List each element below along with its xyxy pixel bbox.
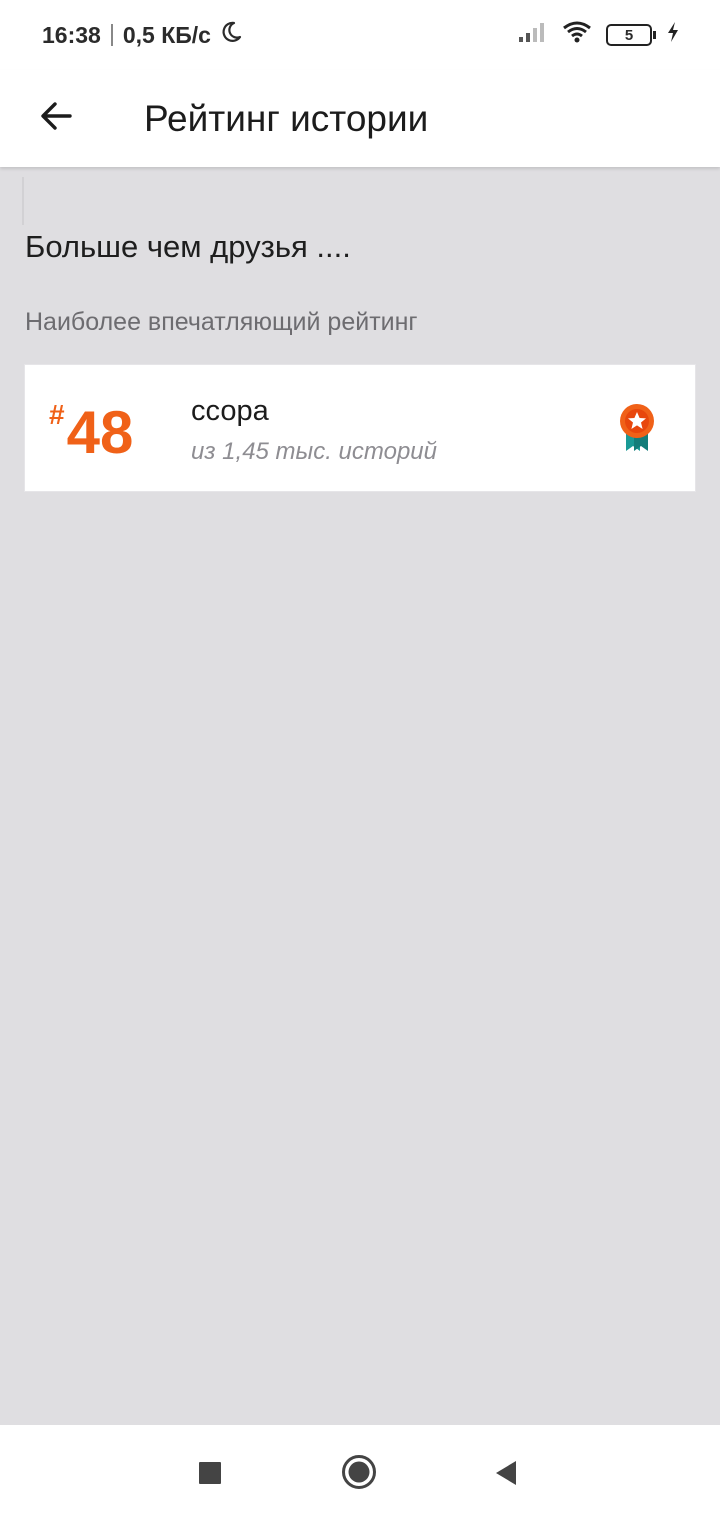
page-title: Рейтинг истории [144, 97, 429, 139]
triangle-back-icon [494, 1460, 518, 1491]
rank-tag: ссора [191, 395, 269, 427]
rank-value: 48 [66, 399, 134, 466]
status-separator [110, 24, 113, 46]
circle-icon [341, 1454, 377, 1495]
rank-hash: # [49, 399, 65, 430]
square-icon [198, 1461, 222, 1490]
moon-icon [219, 20, 243, 50]
charging-icon [666, 21, 680, 49]
arrow-left-icon [38, 98, 74, 139]
signal-icon [518, 21, 548, 49]
status-network-speed: 0,5 КБ/с [122, 21, 211, 48]
rank-number: # 48 [49, 393, 133, 463]
rank-info: ссора из 1,45 тыс. историй [191, 395, 437, 466]
recents-button[interactable] [198, 1461, 222, 1490]
battery-icon: 5 [606, 24, 656, 46]
section-title: Больше чем друзья .... [25, 229, 351, 264]
nav-back-button[interactable] [494, 1460, 518, 1491]
rank-total: из 1,45 тыс. историй [191, 438, 437, 465]
content-area: Больше чем друзья .... Наиболее впечатля… [0, 167, 720, 1425]
wifi-icon [562, 20, 592, 50]
system-nav-bar [0, 1425, 720, 1520]
app-bar: Рейтинг истории [0, 70, 720, 167]
scroll-indicator [22, 177, 24, 225]
home-button[interactable] [341, 1454, 377, 1495]
status-time: 16:38 [42, 21, 101, 48]
rank-card[interactable]: # 48 ссора из 1,45 тыс. историй [24, 364, 696, 492]
battery-level: 5 [624, 26, 634, 44]
status-right: 5 [518, 20, 680, 50]
status-left: 16:38 0,5 КБ/с [42, 20, 243, 50]
back-button[interactable] [28, 91, 84, 147]
medal-icon [615, 403, 659, 453]
status-bar: 16:38 0,5 КБ/с 5 [0, 0, 720, 70]
section-subtitle: Наиболее впечатляющий рейтинг [25, 308, 418, 336]
